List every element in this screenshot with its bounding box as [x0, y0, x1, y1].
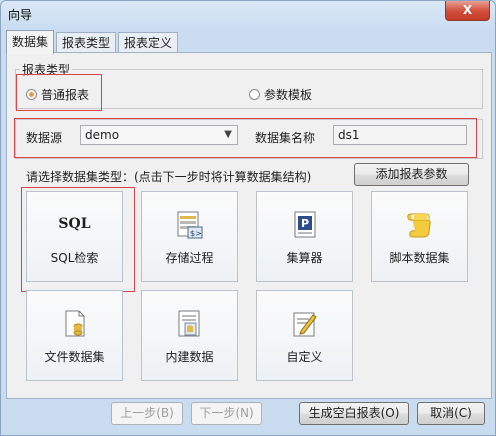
tile-label-script: 脚本数据集: [389, 251, 450, 265]
radio-selected-icon: [26, 89, 37, 100]
dataset-type-builtin[interactable]: 内建数据: [141, 290, 238, 381]
dataset-panel: 报表类型 普通报表 参数模板 数据源 demo ▼ 数据集名称 ds1 请选择数…: [6, 52, 492, 399]
dataset-type-sql[interactable]: SQL SQL检索: [26, 191, 123, 282]
radio-param-template-label: 参数模板: [264, 88, 313, 102]
generate-blank-report-button[interactable]: 生成空白报表(O): [299, 402, 409, 425]
tab-bar: 数据集 报表类型 报表定义: [6, 30, 180, 54]
radio-normal-report-label: 普通报表: [41, 88, 90, 102]
dataset-type-esproc[interactable]: P 集算器: [256, 191, 353, 282]
tile-label-file: 文件数据集: [44, 350, 105, 364]
tile-label-builtin: 内建数据: [165, 350, 214, 364]
tile-label-sql: SQL检索: [50, 251, 99, 265]
dataset-name-value: ds1: [338, 128, 360, 142]
dataset-type-custom[interactable]: 自定义: [256, 290, 353, 381]
dataset-type-file[interactable]: 文件数据集: [26, 290, 123, 381]
dataset-type-script[interactable]: 脚本数据集: [371, 191, 468, 282]
tab-report-definition[interactable]: 报表定义: [118, 32, 179, 53]
add-report-param-button[interactable]: 添加报表参数: [354, 163, 469, 186]
file-icon: [27, 309, 122, 339]
custom-edit-icon: [257, 309, 352, 339]
window-title: 向导: [8, 8, 33, 22]
sql-icon: SQL: [58, 216, 91, 232]
stored-procedure-icon: $>: [142, 210, 237, 240]
tab-dataset[interactable]: 数据集: [6, 30, 55, 54]
tile-label-stored-procedure: 存储过程: [165, 251, 214, 265]
close-button[interactable]: X: [445, 1, 490, 21]
script-scroll-icon: [372, 210, 467, 240]
radio-param-template[interactable]: 参数模板: [249, 86, 312, 103]
svg-text:P: P: [301, 217, 309, 230]
dataset-type-stored-procedure[interactable]: $> 存储过程: [141, 191, 238, 282]
next-button[interactable]: 下一步(N): [191, 402, 262, 425]
dataset-name-label: 数据集名称: [255, 131, 316, 145]
radio-unselected-icon: [249, 89, 260, 100]
datasource-value: demo: [85, 128, 120, 142]
datasource-select[interactable]: demo ▼: [80, 125, 238, 145]
dataset-name-input[interactable]: ds1: [333, 125, 467, 145]
tile-label-esproc: 集算器: [286, 251, 323, 265]
cancel-button[interactable]: 取消(C): [417, 402, 485, 425]
tab-report-type[interactable]: 报表类型: [56, 32, 117, 53]
radio-normal-report[interactable]: 普通报表: [26, 86, 89, 103]
wizard-dialog: 向导 X 数据集 报表类型 报表定义 报表类型 普通报表 参数模板 数据源 de…: [0, 0, 496, 436]
datasource-label: 数据源: [26, 131, 63, 145]
tile-label-custom: 自定义: [286, 350, 323, 364]
report-type-legend: 报表类型: [22, 63, 71, 77]
chevron-down-icon: ▼: [224, 129, 232, 140]
esproc-icon: P: [257, 210, 352, 240]
prev-button[interactable]: 上一步(B): [111, 402, 183, 425]
dataset-type-hint: 请选择数据集类型：(点击下一步时将计算数据集结构): [26, 170, 312, 184]
builtin-data-icon: [142, 309, 237, 339]
svg-text:$>: $>: [190, 229, 202, 238]
